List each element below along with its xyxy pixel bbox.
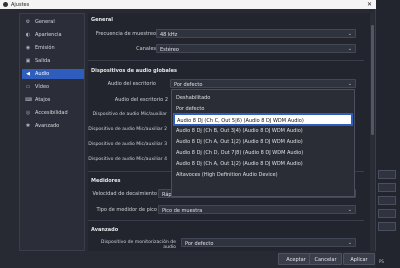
control-button[interactable]: [378, 222, 396, 231]
sidebar-item-label: Atajos: [35, 97, 51, 103]
chevron-down-icon: ⌄: [347, 31, 352, 37]
channels-value: Estéreo: [160, 46, 179, 53]
sidebar-item-label: Audio: [35, 71, 50, 77]
dialog-footer: Aceptar Cancelar Aplicar: [0, 251, 376, 268]
peak-meter-type-select[interactable]: Pico de muestra ⌄: [158, 205, 356, 214]
sidebar-item-audio[interactable]: ◀ Audio: [22, 69, 84, 79]
decay-rate-label: Velocidad de decaimiento: [92, 191, 157, 197]
desktop-audio-value: Por defecto: [174, 81, 203, 88]
section-divider: [88, 220, 364, 221]
cancel-button[interactable]: Cancelar: [309, 253, 342, 265]
sidebar-item-hotkeys[interactable]: ⌨ Atajos: [22, 95, 84, 105]
sample-rate-select[interactable]: 48 kHz ⌄: [156, 29, 356, 38]
section-title-general: General: [91, 17, 113, 23]
section-divider: [88, 60, 364, 61]
sample-rate-label: Frecuencia de muestreo: [95, 31, 156, 37]
control-button[interactable]: [378, 209, 396, 218]
settings-dialog: Ajustes ✕ ⚙ General ◐ Apariencia ◉ Emisi…: [0, 0, 376, 268]
dropdown-option[interactable]: Por defecto: [174, 103, 352, 114]
sidebar-item-video[interactable]: ▭ Vídeo: [22, 82, 84, 92]
section-title-global-audio: Dispositivos de audio globales: [91, 68, 177, 74]
dropdown-option[interactable]: Audio 8 Dj (Ch A, Out 1|2) (Audio 8 DJ W…: [174, 136, 352, 147]
obs-logo-icon: [3, 2, 8, 7]
dialog-title: Ajustes: [11, 1, 30, 8]
control-button[interactable]: [378, 196, 396, 205]
sidebar-item-label: General: [35, 19, 55, 25]
sidebar-item-label: Vídeo: [35, 84, 50, 90]
sidebar-item-output[interactable]: ▣ Salida: [22, 56, 84, 66]
channels-select[interactable]: Estéreo ⌄: [156, 44, 356, 53]
palette-icon: ◐: [25, 32, 31, 38]
channels-label: Canales: [136, 46, 156, 52]
sidebar-item-advanced[interactable]: ✱ Avanzado: [22, 121, 84, 131]
gear-icon: ⚙: [25, 19, 31, 25]
dropdown-option[interactable]: Audio 8 Dj (Ch B, Out 3|4) (Audio 8 DJ W…: [174, 125, 352, 136]
section-title-advanced: Avanzado: [91, 227, 119, 233]
monitoring-device-select[interactable]: Por defecto ⌄: [181, 238, 356, 247]
dropdown-option[interactable]: Audio 8 Dj (Ch A, Out 1|2) (Audio 8 DJ W…: [174, 158, 352, 169]
dialog-titlebar: Ajustes ✕: [0, 0, 376, 9]
chevron-down-icon: ⌄: [347, 207, 352, 213]
sample-rate-value: 48 kHz: [160, 31, 178, 38]
speaker-icon: ◀: [26, 71, 30, 77]
sidebar-item-label: Apariencia: [35, 32, 62, 38]
desktop-audio-label: Audio del escritorio: [107, 81, 156, 87]
sidebar-item-accessibility[interactable]: ◎ Accesibilidad: [22, 108, 84, 118]
broadcast-icon: ◉: [25, 45, 31, 51]
obs-right-background: PS: [375, 0, 400, 268]
sidebar-item-label: Accesibilidad: [35, 110, 68, 116]
dropdown-option[interactable]: Audio 8 Dj (Ch D, Out 7|8) (Audio 8 DJ W…: [174, 147, 352, 158]
status-fps: PS: [379, 259, 384, 264]
mic-aux-3-label: Dispositivo de audio Mic/auxiliar 3: [88, 142, 167, 147]
control-button[interactable]: [378, 183, 396, 192]
dropdown-option[interactable]: Deshabilitado: [174, 92, 352, 103]
chevron-down-icon: ⌄: [347, 81, 352, 87]
section-title-meters: Medidores: [91, 178, 121, 184]
mic-aux-2-label: Dispositivo de audio Mic/auxiliar 2: [88, 127, 167, 132]
monitoring-device-value: Por defecto: [185, 240, 214, 247]
accessibility-icon: ◎: [25, 110, 31, 116]
output-icon: ▣: [25, 58, 31, 64]
sidebar-item-stream[interactable]: ◉ Emisión: [22, 43, 84, 53]
chevron-down-icon: ⌄: [347, 240, 352, 246]
peak-meter-type-label: Tipo de medidor de pico: [96, 207, 157, 213]
dropdown-option[interactable]: Altavoces (High Definition Audio Device): [174, 169, 352, 180]
sidebar-item-label: Avanzado: [35, 123, 60, 129]
mic-aux-4-label: Dispositivo de audio Mic/auxiliar 4: [88, 157, 167, 162]
sidebar-item-general[interactable]: ⚙ General: [22, 17, 84, 27]
sidebar-item-label: Emisión: [35, 45, 55, 51]
apply-button[interactable]: Aplicar: [343, 253, 375, 265]
sidebar-item-label: Salida: [35, 58, 51, 64]
desktop-audio-dropdown-list: Deshabilitado Por defecto Audio 8 Dj (Ch…: [171, 89, 355, 197]
control-button[interactable]: [378, 170, 396, 179]
chevron-down-icon: ⌄: [347, 46, 352, 52]
peak-meter-type-value: Pico de muestra: [162, 207, 203, 214]
desktop-audio-2-label: Audio del escritorio 2: [114, 97, 168, 103]
monitoring-device-label: Dispositivo de monitorización de audio: [100, 240, 176, 250]
wrench-icon: ✱: [25, 123, 31, 129]
desktop-audio-select[interactable]: Por defecto ⌄: [170, 79, 356, 88]
monitor-icon: ▭: [25, 84, 31, 90]
sidebar-item-appearance[interactable]: ◐ Apariencia: [22, 30, 84, 40]
close-icon[interactable]: ✕: [367, 1, 372, 8]
keyboard-icon: ⌨: [25, 97, 33, 103]
content-scrollbar[interactable]: [370, 13, 374, 251]
screen: Archi Wing Escen Escen + PS Ajustes ✕ ⚙ …: [0, 0, 400, 268]
scrollbar-thumb[interactable]: [370, 25, 374, 135]
dropdown-option-highlighted[interactable]: Audio 8 Dj (Ch C, Out 5|6) (Audio 8 DJ W…: [173, 113, 353, 126]
mic-aux-label: Dispositivo de audio Mic/auxiliar: [92, 112, 167, 117]
